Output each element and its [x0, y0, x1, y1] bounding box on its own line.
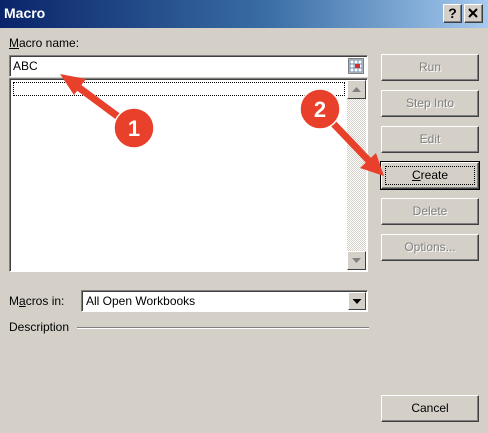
arrow-down-icon [352, 258, 361, 263]
run-button[interactable]: Run [381, 54, 479, 81]
delete-button[interactable]: Delete [381, 198, 479, 225]
description-label: Description [9, 320, 70, 334]
macro-list[interactable] [9, 78, 368, 272]
ref-edit-button[interactable] [348, 58, 364, 74]
window-title: Macro [4, 5, 46, 21]
macro-name-field[interactable] [9, 55, 368, 77]
scroll-down-button[interactable] [347, 251, 366, 270]
close-icon [468, 8, 478, 18]
macros-in-label: Macros in: [9, 294, 65, 308]
step-into-button[interactable]: Step Into [381, 90, 479, 117]
dropdown-button[interactable] [348, 292, 366, 310]
create-button[interactable]: Create [380, 161, 480, 190]
help-button[interactable]: ? [443, 4, 462, 23]
description-divider [77, 327, 369, 329]
edit-button[interactable]: Edit [381, 126, 479, 153]
close-button[interactable] [464, 4, 483, 23]
chevron-down-icon [352, 299, 362, 304]
ref-edit-icon [349, 59, 363, 73]
create-focus-ring [385, 166, 475, 185]
macro-name-label: Macro name: [9, 36, 80, 50]
list-scrollbar[interactable] [347, 80, 366, 270]
macros-in-value: All Open Workbooks [86, 294, 196, 308]
cancel-button[interactable]: Cancel [381, 395, 479, 422]
macro-name-input[interactable] [13, 58, 343, 74]
arrow-up-icon [352, 87, 361, 92]
options-button[interactable]: Options... [381, 234, 479, 261]
macros-in-dropdown[interactable]: All Open Workbooks [81, 290, 368, 312]
list-focus-row[interactable] [13, 82, 345, 96]
scroll-up-button[interactable] [347, 80, 366, 99]
title-bar: Macro ? [0, 0, 488, 28]
